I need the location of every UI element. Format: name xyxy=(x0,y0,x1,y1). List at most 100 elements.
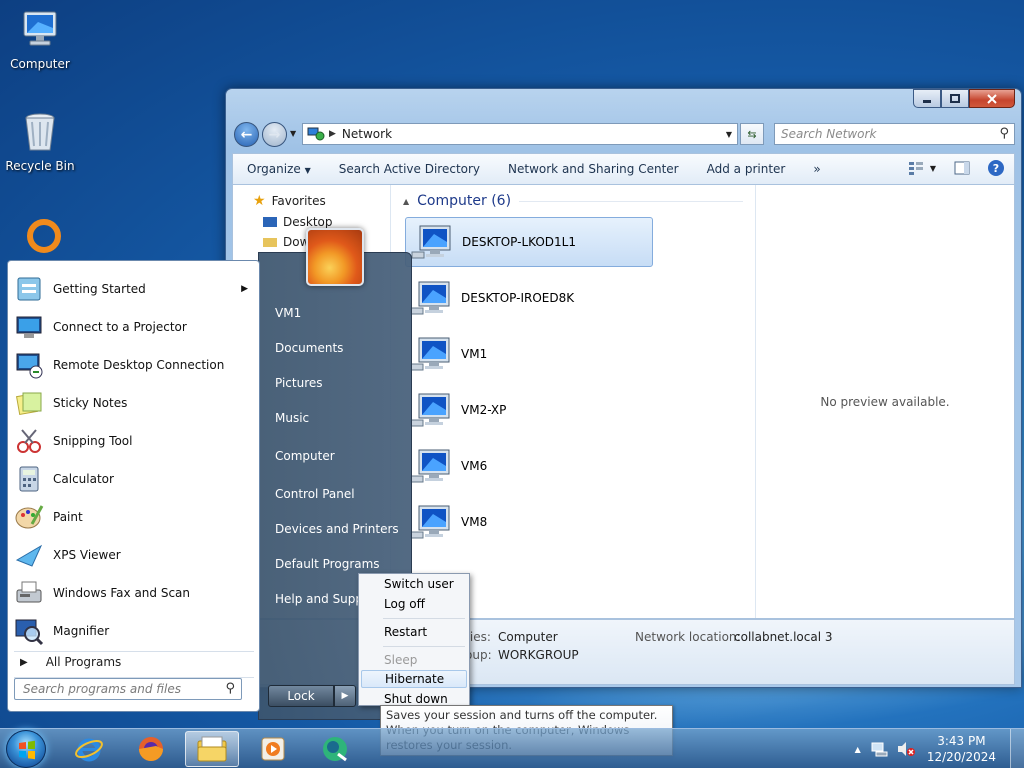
desktop-icon xyxy=(263,217,277,227)
program-fax-scan[interactable]: Windows Fax and Scan xyxy=(14,575,254,611)
minimize-button[interactable] xyxy=(913,89,941,108)
green-app-icon xyxy=(323,737,347,762)
desktop-icon-computer[interactable]: Computer xyxy=(0,8,80,71)
preview-pane-icon[interactable] xyxy=(954,161,970,175)
search-placeholder: Search programs and files xyxy=(23,682,181,696)
search-icon: ⚲ xyxy=(225,681,235,696)
search-network-input[interactable]: Search Network ⚲ xyxy=(774,123,1015,145)
remote-desktop-icon xyxy=(16,353,43,379)
user-picture[interactable] xyxy=(306,228,364,286)
place-user[interactable]: VM1 xyxy=(275,306,301,320)
place-control-panel[interactable]: Control Panel xyxy=(275,487,355,501)
taskbar-windows-explorer[interactable] xyxy=(185,731,239,767)
clock-date: 12/20/2024 xyxy=(926,750,996,764)
menu-item-log-off[interactable]: Log off xyxy=(361,595,467,613)
program-label: Magnifier xyxy=(53,624,110,638)
computer-item[interactable]: VM1 xyxy=(405,329,653,379)
search-active-directory-button[interactable]: Search Active Directory xyxy=(325,162,494,176)
computer-item[interactable]: VM8 xyxy=(405,497,653,547)
taskbar-firefox[interactable] xyxy=(124,731,178,767)
nav-item-downloads[interactable]: Dow xyxy=(263,235,309,249)
clock[interactable]: 3:43 PM 12/20/2024 xyxy=(927,733,996,765)
taskbar: ▲ 3:43 PM 12/20/2024 xyxy=(0,728,1024,768)
show-desktop-button[interactable] xyxy=(1010,729,1024,768)
program-connect-projector[interactable]: Connect to a Projector xyxy=(14,309,254,345)
back-button[interactable]: ← xyxy=(234,122,259,147)
program-label: Remote Desktop Connection xyxy=(53,358,225,372)
place-pictures[interactable]: Pictures xyxy=(275,376,323,390)
computer-item[interactable]: DESKTOP-IROED8K xyxy=(405,273,653,323)
maximize-button[interactable] xyxy=(941,89,969,108)
taskbar-app-green[interactable] xyxy=(308,731,362,767)
group-header[interactable]: ▲ Computer (6) xyxy=(403,193,743,209)
menu-divider xyxy=(383,618,465,619)
program-getting-started[interactable]: Getting Started ▶ xyxy=(14,271,254,307)
getting-started-icon xyxy=(17,277,41,301)
refresh-button[interactable]: ⇆ xyxy=(740,123,764,145)
forward-button[interactable]: → xyxy=(262,122,287,147)
network-status-icon[interactable] xyxy=(871,741,889,757)
categories-value: Computer xyxy=(498,630,558,644)
program-label: Windows Fax and Scan xyxy=(53,586,191,600)
help-icon[interactable]: ? xyxy=(988,160,1004,176)
internet-explorer-icon xyxy=(75,738,103,762)
star-icon: ★ xyxy=(253,193,266,209)
submenu-arrow-icon: ▶ xyxy=(241,284,248,294)
nav-item-favorites[interactable]: ★ Favorites xyxy=(253,193,326,209)
program-xps-viewer[interactable]: XPS Viewer xyxy=(14,537,254,573)
place-default-programs[interactable]: Default Programs xyxy=(275,557,380,571)
desktop-icon-recycle-bin[interactable]: Recycle Bin xyxy=(0,110,80,173)
recent-pages-dropdown-icon[interactable]: ▼ xyxy=(290,129,296,138)
right-arrow-icon: ▶ xyxy=(341,691,349,701)
menu-item-restart[interactable]: Restart xyxy=(361,623,467,641)
partial-desktop-icon[interactable] xyxy=(24,214,64,254)
address-text[interactable]: Network xyxy=(342,127,392,141)
breadcrumb-separator-icon[interactable]: ▶ xyxy=(329,129,336,139)
address-bar[interactable]: ▶ Network ▼ xyxy=(302,123,738,145)
computer-item[interactable]: DESKTOP-LKOD1L1 xyxy=(405,217,653,267)
program-magnifier[interactable]: Magnifier xyxy=(14,613,254,649)
more-commands-button[interactable]: » xyxy=(799,162,834,176)
volume-muted-icon[interactable] xyxy=(897,741,915,757)
organize-button[interactable]: Organize ▼ xyxy=(233,162,325,176)
workgroup-value: WORKGROUP xyxy=(498,648,579,662)
program-label: XPS Viewer xyxy=(53,548,121,562)
program-remote-desktop[interactable]: Remote Desktop Connection xyxy=(14,347,254,383)
start-search-input[interactable]: Search programs and files ⚲ xyxy=(14,678,242,700)
power-options-arrow-button[interactable]: ▶ xyxy=(334,685,356,707)
place-computer[interactable]: Computer xyxy=(275,449,335,463)
address-dropdown-icon[interactable]: ▼ xyxy=(721,124,737,144)
close-button[interactable] xyxy=(969,89,1015,108)
media-player-icon xyxy=(261,737,285,761)
search-placeholder: Search Network xyxy=(781,127,877,141)
start-menu-programs-pane: Getting Started ▶ Connect to a Projector… xyxy=(7,260,260,712)
taskbar-internet-explorer[interactable] xyxy=(62,731,116,767)
network-computer-icon xyxy=(410,393,450,427)
program-calculator[interactable]: Calculator xyxy=(14,461,254,497)
place-documents[interactable]: Documents xyxy=(275,341,343,355)
place-music[interactable]: Music xyxy=(275,411,309,425)
taskbar-media-player[interactable] xyxy=(246,731,300,767)
network-icon xyxy=(307,127,325,141)
add-printer-button[interactable]: Add a printer xyxy=(693,162,800,176)
lock-button[interactable]: Lock xyxy=(268,685,334,707)
start-button[interactable] xyxy=(6,730,46,768)
computer-item[interactable]: VM2-XP xyxy=(405,385,653,435)
close-icon xyxy=(987,93,997,104)
program-label: Snipping Tool xyxy=(53,434,133,448)
program-paint[interactable]: Paint xyxy=(14,499,254,535)
change-view-button[interactable]: ▼ xyxy=(908,161,936,175)
place-devices-printers[interactable]: Devices and Printers xyxy=(275,522,399,536)
program-label: Connect to a Projector xyxy=(53,320,187,334)
computer-item[interactable]: VM6 xyxy=(405,441,653,491)
nav-item-desktop[interactable]: Desktop xyxy=(263,215,333,229)
menu-item-hibernate[interactable]: Hibernate xyxy=(361,670,467,688)
network-computer-icon xyxy=(410,449,450,483)
network-sharing-center-button[interactable]: Network and Sharing Center xyxy=(494,162,693,176)
show-hidden-icons-icon[interactable]: ▲ xyxy=(855,745,861,754)
program-label: Calculator xyxy=(53,472,114,486)
program-sticky-notes[interactable]: Sticky Notes xyxy=(14,385,254,421)
program-snipping-tool[interactable]: Snipping Tool xyxy=(14,423,254,459)
menu-item-switch-user[interactable]: Switch user xyxy=(361,575,467,593)
all-programs-button[interactable]: ▶ All Programs xyxy=(20,655,121,669)
